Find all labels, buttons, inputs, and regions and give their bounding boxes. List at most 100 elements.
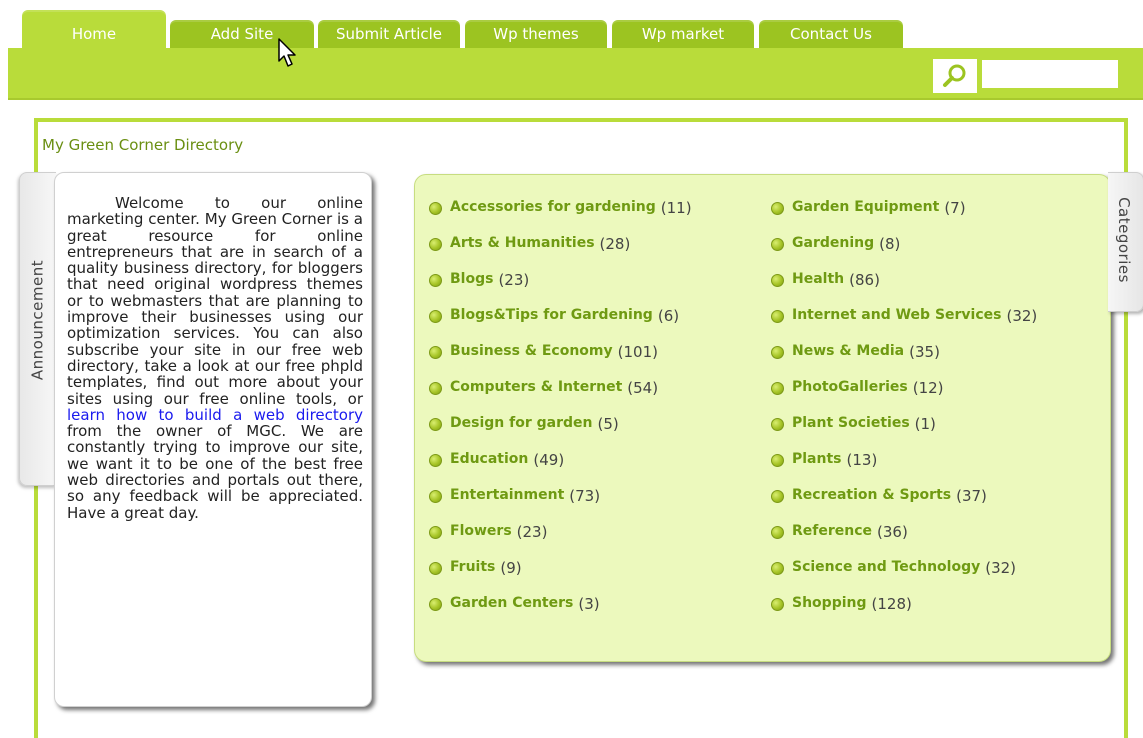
category-link[interactable]: Garden Centers <box>450 595 573 611</box>
category-count: (54) <box>627 379 659 397</box>
category-count: (6) <box>657 307 680 325</box>
categories-box: Accessories for gardening (11) Arts & Huma… <box>414 174 1111 662</box>
category-link[interactable]: Internet and Web Services <box>792 307 1001 323</box>
build-directory-link[interactable]: learn how to build a web directory <box>67 406 363 424</box>
bullet-icon <box>771 418 784 431</box>
category-count: (32) <box>985 559 1017 577</box>
category-item: Entertainment (73) <box>429 487 692 523</box>
category-link[interactable]: Gardening <box>792 235 874 251</box>
categories-tab[interactable]: Categories <box>1108 172 1143 312</box>
bullet-icon <box>771 490 784 503</box>
category-link[interactable]: Recreation & Sports <box>792 487 951 503</box>
category-count: (49) <box>533 451 565 469</box>
category-item: Blogs&Tips for Gardening (6) <box>429 307 692 343</box>
category-item: Computers & Internet (54) <box>429 379 692 415</box>
category-item: Plants (13) <box>771 451 1037 487</box>
category-link[interactable]: Plants <box>792 451 842 467</box>
category-link[interactable]: News & Media <box>792 343 904 359</box>
category-item: Blogs (23) <box>429 271 692 307</box>
categories-right-column: Garden Equipment (7) Gardening (8) Health (86… <box>771 199 1037 631</box>
bullet-icon <box>429 562 442 575</box>
category-link[interactable]: PhotoGalleries <box>792 379 908 395</box>
category-link[interactable]: Plant Societies <box>792 415 910 431</box>
announcement-text: Welcome to our online marketing center. … <box>67 195 363 521</box>
tab-wp-themes-label: Wp themes <box>493 25 579 43</box>
bullet-icon <box>429 202 442 215</box>
magnifier-icon[interactable] <box>933 59 977 93</box>
category-link[interactable]: Shopping <box>792 595 867 611</box>
category-count: (12) <box>912 379 944 397</box>
category-link[interactable]: Flowers <box>450 523 512 539</box>
category-item: Garden Equipment (7) <box>771 199 1037 235</box>
categories-tab-label: Categories <box>1115 197 1133 283</box>
category-count: (5) <box>597 415 619 433</box>
bullet-icon <box>429 310 442 323</box>
category-item: Internet and Web Services (32) <box>771 307 1037 343</box>
tab-submit-article[interactable]: Submit Article <box>318 20 460 48</box>
category-count: (8) <box>879 235 901 253</box>
category-count: (36) <box>877 523 908 541</box>
tab-add-site-label: Add Site <box>210 25 274 43</box>
category-count: (35) <box>909 343 940 361</box>
tab-wp-market-label: Wp market <box>641 25 725 43</box>
category-link[interactable]: Health <box>792 271 844 287</box>
category-count: (9) <box>500 559 522 577</box>
category-link[interactable]: Reference <box>792 523 872 539</box>
tab-submit-article-label: Submit Article <box>335 25 443 43</box>
tab-contact-us[interactable]: Contact Us <box>759 20 903 48</box>
category-link[interactable]: Science and Technology <box>792 559 980 575</box>
category-link[interactable]: Education <box>450 451 528 467</box>
announcement-tab-label: Announcement <box>28 259 47 381</box>
category-link[interactable]: Arts & Humanities <box>450 235 595 251</box>
category-count: (128) <box>871 595 912 613</box>
site-title: My Green Corner Directory <box>42 136 244 154</box>
categories-left-column: Accessories for gardening (11) Arts & Huma… <box>429 199 692 631</box>
announcement-tab[interactable]: Announcement <box>19 172 56 486</box>
category-item: Fruits (9) <box>429 559 692 595</box>
category-link[interactable]: Fruits <box>450 559 495 575</box>
category-link[interactable]: Blogs&Tips for Gardening <box>450 307 653 323</box>
tab-wp-market[interactable]: Wp market <box>612 20 754 48</box>
bullet-icon <box>429 490 442 503</box>
tab-home-label: Home <box>71 25 117 43</box>
category-item: Recreation & Sports (37) <box>771 487 1037 523</box>
category-link[interactable]: Computers & Internet <box>450 379 622 395</box>
category-item: Gardening (8) <box>771 235 1037 271</box>
bullet-icon <box>429 238 442 251</box>
category-count: (101) <box>617 343 658 361</box>
category-count: (86) <box>849 271 880 289</box>
tab-contact-us-label: Contact Us <box>790 25 872 43</box>
bullet-icon <box>429 346 442 359</box>
category-link[interactable]: Garden Equipment <box>792 199 939 215</box>
category-item: Education (49) <box>429 451 692 487</box>
bullet-icon <box>771 526 784 539</box>
bullet-icon <box>771 598 784 611</box>
category-count: (3) <box>578 595 600 613</box>
category-link[interactable]: Accessories for gardening <box>450 199 656 215</box>
search-input[interactable] <box>980 58 1120 90</box>
category-count: (11) <box>660 199 692 217</box>
bullet-icon <box>429 454 442 467</box>
bullet-icon <box>429 274 442 287</box>
category-count: (23) <box>498 271 530 289</box>
bullet-icon <box>771 382 784 395</box>
announcement-text-part1: Welcome to our online marketing center. … <box>67 194 363 408</box>
category-link[interactable]: Blogs <box>450 271 493 287</box>
bullet-icon <box>429 526 442 539</box>
category-link[interactable]: Entertainment <box>450 487 564 503</box>
mouse-cursor-icon <box>278 38 296 67</box>
category-count: (1) <box>914 415 936 433</box>
bullet-icon <box>771 346 784 359</box>
category-link[interactable]: Design for garden <box>450 415 592 431</box>
bullet-icon <box>771 202 784 215</box>
tab-home[interactable]: Home <box>22 10 166 48</box>
bullet-icon <box>771 310 784 323</box>
category-item: Garden Centers (3) <box>429 595 692 631</box>
bullet-icon <box>429 598 442 611</box>
category-count: (37) <box>956 487 987 505</box>
announcement-box: Welcome to our online marketing center. … <box>54 172 372 707</box>
tab-wp-themes[interactable]: Wp themes <box>465 20 607 48</box>
category-count: (23) <box>516 523 548 541</box>
bullet-icon <box>771 274 784 287</box>
category-link[interactable]: Business & Economy <box>450 343 613 359</box>
